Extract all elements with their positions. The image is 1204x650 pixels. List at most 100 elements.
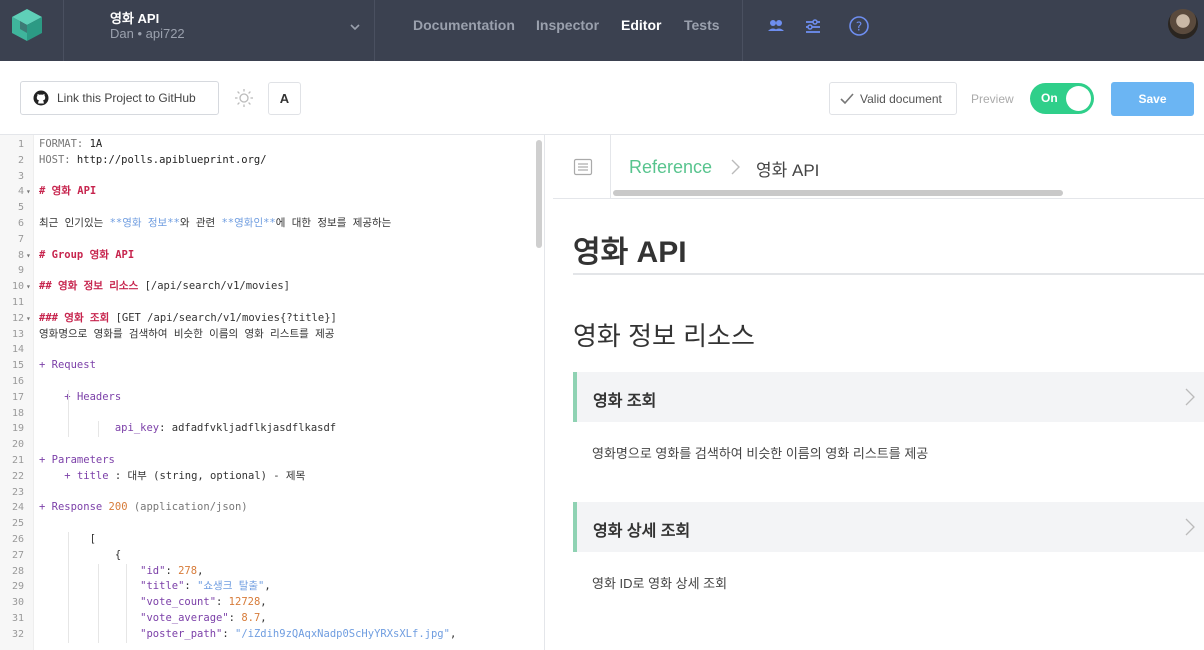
code-line[interactable]: 6 최근 인기있는 **영화 정보**와 관련 **영화인**에 대한 정보를 제… [0, 216, 530, 232]
team-icon[interactable] [765, 15, 787, 37]
line-number: 3 [17, 170, 24, 182]
code-line[interactable]: 15 + Request [0, 358, 530, 374]
code-line[interactable]: 19 api_key: adfadfvkljadflkjasdflkasdf [0, 421, 530, 437]
line-number: 12 [11, 312, 24, 324]
breadcrumb-scrollbar[interactable] [613, 190, 1063, 196]
code-line[interactable]: 24 + Response 200 (application/json) [0, 500, 530, 516]
code-line[interactable]: 3 [0, 169, 530, 185]
fold-arrow-icon[interactable]: ▾ [26, 311, 31, 327]
save-button[interactable]: Save [1111, 82, 1194, 116]
code-line[interactable]: 9 [0, 263, 530, 279]
code-line[interactable]: 27 { [0, 548, 530, 564]
code-text: "vote_average": 8.7, [140, 612, 267, 624]
api-title: 영화 API [573, 236, 687, 269]
code-line[interactable]: 20 [0, 437, 530, 453]
valid-document-label: Valid document [860, 91, 942, 106]
line-number: 25 [11, 518, 24, 530]
line-number: 8 [17, 249, 24, 261]
line-number: 26 [11, 534, 24, 545]
project-switcher[interactable]: 영화 API Dan • api722 [63, 0, 375, 61]
code-editor[interactable]: 1 FORMAT: 1A 2 HOST: http://polls.apibluepr… [0, 135, 545, 650]
line-number: 1 [17, 139, 24, 150]
code-line[interactable]: 26 [ [0, 532, 530, 548]
title-divider [573, 273, 1204, 275]
resource-heading: 영화 정보 리소스 [573, 321, 755, 351]
line-number: 15 [11, 360, 24, 372]
code-line[interactable]: 12 ▾ ### 영화 조회 [GET /api/search/v1/movies{… [0, 311, 530, 327]
code-line[interactable]: 11 [0, 295, 530, 311]
code-text: "poster_path": "/iZdih9zQAqxNadp0ScHyYRX… [140, 627, 457, 640]
code-line[interactable]: 17 + Headers [0, 390, 530, 406]
line-number: 14 [11, 344, 24, 356]
code-text: + Request [39, 359, 96, 372]
user-avatar[interactable] [1168, 9, 1198, 39]
nav-inspector[interactable]: Inspector [536, 17, 599, 33]
code-text: # 영화 API [39, 185, 97, 198]
code-text: "vote_count": 12728, [140, 596, 267, 609]
apiary-logo-icon[interactable] [9, 7, 45, 43]
code-line[interactable]: 25 [0, 516, 530, 532]
code-line[interactable]: 29 "title": "쇼생크 탈출", [0, 579, 530, 595]
code-line[interactable]: 31 "vote_average": 8.7, [0, 611, 530, 627]
code-line[interactable]: 13 영화명으로 영화를 검색하여 비슷한 이름의 영화 리스트를 제공 [0, 327, 530, 343]
code-line[interactable]: 22 + title : 대부 (string, optional) - 제목 [0, 469, 530, 485]
code-text: # Group 영화 API [39, 248, 135, 261]
line-number: 30 [11, 597, 24, 609]
indent-guide [98, 563, 99, 643]
editor-toolbar: Link this Project to GitHub A Valid docu… [0, 61, 1204, 135]
action-description: 영화 ID로 영화 상세 조회 [592, 576, 728, 591]
documentation-preview: Reference 영화 API 영화 API 영화 정보 리소스 영화 조회 … [553, 135, 1204, 650]
line-number: 22 [11, 470, 24, 482]
theme-sun-icon[interactable] [234, 88, 254, 108]
line-number: 28 [11, 565, 24, 577]
code-line[interactable]: 21 + Parameters [0, 453, 530, 469]
link-github-button[interactable]: Link this Project to GitHub [20, 81, 219, 115]
code-line[interactable]: 1 FORMAT: 1A [0, 137, 530, 153]
fold-arrow-icon[interactable]: ▾ [26, 184, 31, 200]
chevron-down-icon[interactable] [348, 20, 362, 34]
checkmark-icon [840, 92, 854, 104]
code-line[interactable]: 32 "poster_path": "/iZdih9zQAqxNadp0ScHy… [0, 627, 530, 643]
code-line[interactable]: 4 ▾ # 영화 API [0, 184, 530, 200]
code-line[interactable]: 8 ▾ # Group 영화 API [0, 248, 530, 264]
breadcrumb-reference[interactable]: Reference [629, 157, 712, 178]
action-item[interactable]: 영화 상세 조회 [573, 502, 1204, 552]
line-number: 19 [11, 423, 24, 435]
code-line[interactable]: 18 [0, 406, 530, 422]
code-line[interactable]: 10 ▾ ## 영화 정보 리소스 [/api/search/v1/movies] [0, 279, 530, 295]
code-text: + Headers [64, 390, 122, 403]
action-item[interactable]: 영화 조회 [573, 372, 1204, 422]
fold-arrow-icon[interactable]: ▾ [26, 248, 31, 264]
fold-arrow-icon[interactable]: ▾ [26, 279, 31, 295]
font-size-button[interactable]: A [268, 82, 301, 115]
preview-toggle[interactable]: On [1030, 83, 1094, 114]
code-line[interactable]: 23 [0, 485, 530, 501]
code-text: 최근 인기있는 **영화 정보**와 관련 **영화인**에 대한 정보를 제공… [39, 217, 392, 229]
line-number: 4 [17, 186, 24, 198]
line-number: 21 [11, 455, 24, 466]
chevron-right-icon [1185, 518, 1195, 536]
nav-documentation[interactable]: Documentation [413, 17, 515, 33]
settings-sliders-icon[interactable] [802, 15, 824, 37]
editor-scrollbar[interactable] [536, 140, 542, 248]
nav-editor[interactable]: Editor [621, 17, 661, 33]
code-text: { [39, 548, 122, 561]
code-line[interactable]: 16 [0, 374, 530, 390]
code-line[interactable]: 14 [0, 342, 530, 358]
code-line[interactable]: 7 [0, 232, 530, 248]
code-line[interactable]: 28 "id": 278, [0, 564, 530, 580]
code-text: HOST: http://polls.apiblueprint.org/ [39, 153, 267, 166]
line-number: 2 [17, 154, 24, 166]
line-number: 7 [17, 233, 24, 245]
code-line[interactable]: 2 HOST: http://polls.apiblueprint.org/ [0, 153, 530, 169]
preview-label: Preview [971, 92, 1014, 106]
project-name: 영화 API [110, 11, 160, 26]
code-line[interactable]: 30 "vote_count": 12728, [0, 595, 530, 611]
line-number: 23 [11, 486, 24, 498]
help-icon[interactable]: ? [848, 15, 870, 37]
line-number: 5 [17, 202, 24, 214]
code-line[interactable]: 5 [0, 200, 530, 216]
nav-tests[interactable]: Tests [684, 17, 720, 33]
line-number: 13 [11, 328, 24, 340]
document-outline-icon[interactable] [573, 157, 593, 177]
